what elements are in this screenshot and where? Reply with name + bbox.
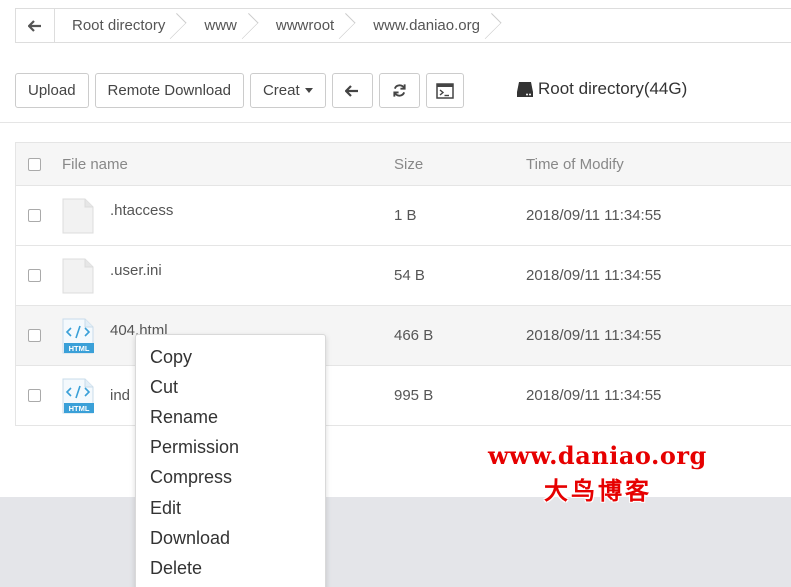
- create-label: Creat: [262, 82, 300, 99]
- breadcrumb: Root directory www wwwroot www.daniao.or…: [15, 8, 791, 43]
- breadcrumb-item-wwwroot[interactable]: wwwroot: [259, 9, 356, 42]
- file-time: 2018/09/11 11:34:55: [526, 327, 662, 344]
- file-time: 2018/09/11 11:34:55: [526, 267, 662, 284]
- watermark-name: 大鸟博客: [544, 476, 652, 505]
- breadcrumb-item-site[interactable]: www.daniao.org: [356, 9, 502, 42]
- menu-item-rename[interactable]: Rename: [136, 402, 325, 432]
- file-time: 2018/09/11 11:34:55: [526, 387, 662, 404]
- file-name[interactable]: .user.ini: [110, 262, 162, 279]
- table-header: File name Size Time of Modify: [16, 142, 791, 186]
- file-size: 1 B: [394, 207, 417, 224]
- table-row[interactable]: .user.ini 54 B 2018/09/11 11:34:55: [16, 246, 791, 306]
- file-name[interactable]: ind: [110, 387, 130, 404]
- context-menu: Copy Cut Rename Permission Compress Edit…: [135, 334, 326, 587]
- refresh-icon: [393, 84, 406, 97]
- menu-item-download[interactable]: Download: [136, 523, 325, 553]
- refresh-button[interactable]: [378, 73, 420, 108]
- disk-label: Root directory(44G): [538, 79, 688, 98]
- breadcrumb-back-button[interactable]: [16, 9, 55, 42]
- watermark: www.daniao.org 大鸟博客: [488, 441, 708, 506]
- file-time: 2018/09/11 11:34:55: [526, 207, 662, 224]
- table-row[interactable]: HTML ind 995 B 2018/09/11 11:34:55: [16, 366, 791, 426]
- hdd-icon: [517, 81, 533, 97]
- row-checkbox[interactable]: [27, 269, 41, 282]
- row-checkbox[interactable]: [27, 389, 41, 402]
- caret-down-icon: [304, 88, 313, 93]
- back-button[interactable]: [331, 73, 373, 108]
- file-size: 995 B: [394, 387, 434, 404]
- file-size: 466 B: [394, 327, 434, 344]
- file-icon: [62, 198, 94, 233]
- html-file-icon: HTML: [62, 378, 94, 413]
- terminal-button[interactable]: [425, 73, 464, 108]
- menu-item-compress[interactable]: Compress: [136, 463, 325, 493]
- header-size[interactable]: Size: [394, 156, 526, 173]
- html-file-icon: HTML: [62, 318, 94, 353]
- divider: [0, 122, 791, 123]
- html-icon-label: HTML: [69, 404, 90, 413]
- table-row[interactable]: .htaccess 1 B 2018/09/11 11:34:55: [16, 186, 791, 246]
- watermark-url: www.daniao.org: [488, 441, 707, 470]
- menu-item-edit[interactable]: Edit: [136, 493, 325, 523]
- menu-item-delete[interactable]: Delete: [136, 553, 325, 583]
- html-icon-label: HTML: [69, 344, 90, 353]
- toolbar: Upload Remote Download Creat: [15, 73, 470, 108]
- menu-item-cut[interactable]: Cut: [136, 372, 325, 402]
- arrow-left-icon: [28, 19, 41, 32]
- upload-button[interactable]: Upload: [15, 73, 89, 108]
- disk-info: Root directory(44G): [516, 79, 687, 99]
- file-table: File name Size Time of Modify .htaccess …: [15, 142, 791, 426]
- remote-download-button[interactable]: Remote Download: [94, 73, 244, 108]
- select-all-checkbox[interactable]: [27, 157, 41, 171]
- arrow-left-icon: [345, 84, 359, 97]
- menu-item-copy[interactable]: Copy: [136, 342, 325, 372]
- header-file-name[interactable]: File name: [52, 156, 394, 173]
- breadcrumb-item-root[interactable]: Root directory: [55, 9, 187, 42]
- header-time[interactable]: Time of Modify: [526, 156, 791, 173]
- row-checkbox[interactable]: [27, 209, 41, 222]
- terminal-icon: [435, 82, 454, 99]
- breadcrumb-item-www[interactable]: www: [187, 9, 259, 42]
- menu-item-permission[interactable]: Permission: [136, 433, 325, 463]
- create-dropdown-button[interactable]: Creat: [249, 73, 326, 108]
- file-icon: [62, 258, 94, 293]
- row-checkbox[interactable]: [27, 329, 41, 342]
- table-row[interactable]: HTML 404.html 466 B 2018/09/11 11:34:55: [16, 306, 791, 366]
- file-name[interactable]: .htaccess: [110, 202, 173, 219]
- file-size: 54 B: [394, 267, 425, 284]
- footer-area: [0, 497, 791, 587]
